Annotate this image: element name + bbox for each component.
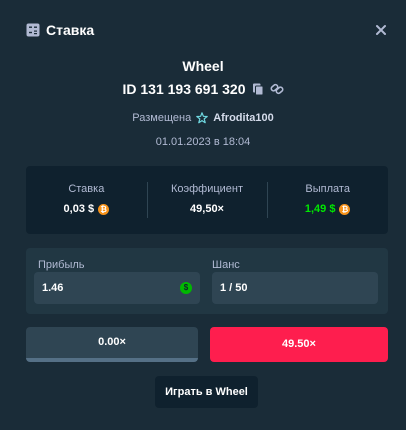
chance-label: Шанс bbox=[212, 259, 240, 271]
bet-stats: Ставка 0,03 $ ₿ Коэффициент 49,50× Выпла… bbox=[26, 166, 388, 234]
modal-header: Ставка bbox=[0, 0, 406, 60]
profit-label: Прибыль bbox=[38, 259, 85, 271]
copy-icon[interactable] bbox=[251, 82, 265, 96]
segment-lose-button[interactable]: 0.00× bbox=[26, 327, 198, 362]
stat-label: Коэффициент bbox=[170, 183, 244, 195]
chance-field: 1 / 50 bbox=[212, 272, 378, 304]
stat-payout: Выплата 1,49 $ ₿ bbox=[267, 166, 388, 234]
stat-value: 49,50× bbox=[147, 202, 268, 216]
modal-title: Ставка bbox=[46, 22, 95, 38]
stat-value: 1,49 $ ₿ bbox=[267, 202, 388, 216]
bet-modal: Ставка Wheel ID 131 193 691 320 Размещен… bbox=[0, 0, 406, 430]
bet-date: 01.01.2023 в 18:04 bbox=[155, 136, 251, 148]
chance-value: 1 / 50 bbox=[220, 282, 248, 294]
profit-field: 1.46 $ bbox=[34, 272, 200, 304]
payout-amount: 1,49 $ bbox=[304, 203, 336, 215]
dollar-icon: $ bbox=[180, 282, 192, 294]
vip-star-icon bbox=[196, 112, 209, 124]
game-name: Wheel bbox=[182, 58, 224, 74]
placed-label: Размещена bbox=[132, 112, 192, 124]
username[interactable]: Afrodita100 bbox=[213, 111, 274, 125]
stat-value: 0,03 $ ₿ bbox=[26, 202, 147, 216]
close-icon[interactable] bbox=[374, 23, 388, 37]
bet-slip-icon bbox=[26, 23, 40, 37]
bet-id: ID 131 193 691 320 bbox=[122, 81, 246, 97]
bitcoin-icon: ₿ bbox=[339, 203, 351, 215]
bet-amount: 0,03 $ bbox=[63, 203, 95, 215]
stat-label: Выплата bbox=[305, 183, 350, 195]
bitcoin-icon: ₿ bbox=[98, 203, 110, 215]
link-icon[interactable] bbox=[269, 82, 284, 96]
stat-multiplier: Коэффициент 49,50× bbox=[146, 166, 268, 234]
stat-label: Ставка bbox=[68, 183, 105, 195]
profit-value: 1.46 bbox=[42, 282, 64, 294]
bet-id-row: ID 131 193 691 320 bbox=[0, 80, 406, 98]
stat-bet: Ставка 0,03 $ ₿ bbox=[26, 166, 147, 234]
play-wheel-button[interactable]: Играть в Wheel bbox=[155, 376, 258, 408]
multiplier-value: 49,50× bbox=[190, 203, 224, 215]
segment-win-button[interactable]: 49.50× bbox=[210, 327, 388, 362]
placed-by: Размещена Afrodita100 bbox=[0, 111, 406, 125]
